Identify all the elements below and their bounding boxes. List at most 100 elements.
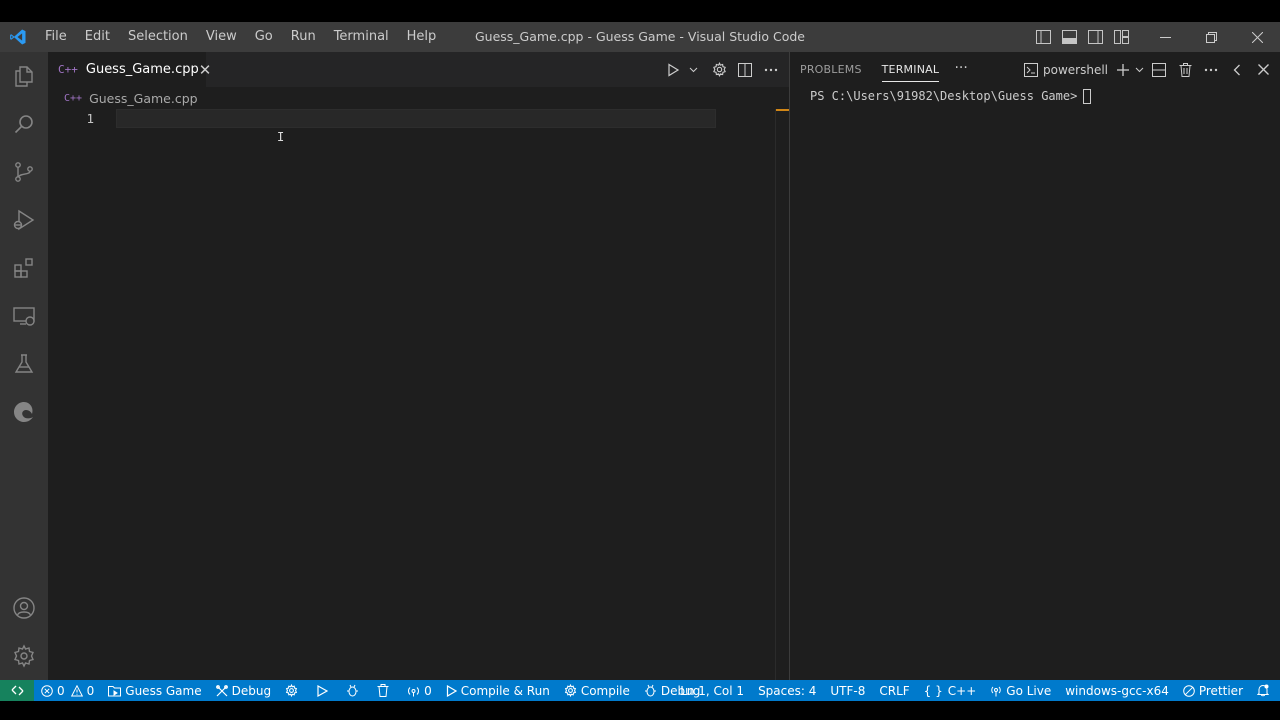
menu-bar: File Edit Selection View Go Run Terminal…: [36, 22, 445, 52]
terminal-panel: PROBLEMS TERMINAL ··· powershell PS C:\U…: [789, 52, 1280, 680]
error-count: 0: [57, 683, 65, 698]
minimize-icon[interactable]: [1142, 22, 1188, 52]
status-run-icon[interactable]: [309, 680, 339, 701]
debug-label: Debug: [231, 683, 272, 698]
tab-terminal[interactable]: TERMINAL: [872, 52, 950, 87]
braces-icon: { }: [923, 683, 943, 698]
menu-terminal[interactable]: Terminal: [325, 22, 398, 52]
terminal-prompt: PS C:\Users\91982\Desktop\Guess Game>: [810, 89, 1078, 103]
end-of-line[interactable]: CRLF: [872, 680, 916, 701]
go-live-label: Go Live: [1006, 683, 1052, 698]
toggle-primary-sidebar-icon[interactable]: [1030, 22, 1056, 52]
more-actions-icon[interactable]: [759, 58, 783, 82]
letterbox-top: [0, 0, 1280, 22]
activity-bar-bottom: [0, 584, 48, 680]
prettier-status[interactable]: Prettier: [1176, 680, 1250, 701]
tab-guess-game-cpp[interactable]: C++ Guess_Game.cpp ✕: [48, 52, 211, 87]
remote-explorer-icon[interactable]: [0, 292, 48, 340]
compile-button[interactable]: Compile: [557, 680, 637, 701]
extensions-icon[interactable]: [0, 244, 48, 292]
menu-selection[interactable]: Selection: [119, 22, 197, 52]
title-controls: [1030, 22, 1280, 52]
menu-run[interactable]: Run: [282, 22, 325, 52]
customize-layout-icon[interactable]: [1108, 22, 1134, 52]
terminal-cursor: [1083, 88, 1092, 104]
ports-count: 0: [424, 683, 432, 698]
remote-indicator-icon[interactable]: [0, 680, 34, 701]
build-debug-status[interactable]: Debug: [209, 680, 278, 701]
settings-gear-icon[interactable]: [707, 58, 731, 82]
compile-run-label: Compile & Run: [460, 683, 550, 698]
source-control-icon[interactable]: [0, 148, 48, 196]
kill-terminal-trash-icon[interactable]: [1174, 58, 1196, 82]
compile-label: Compile: [580, 683, 630, 698]
language-label: C++: [947, 683, 977, 698]
toggle-secondary-sidebar-icon[interactable]: [1082, 22, 1108, 52]
go-live-button[interactable]: Go Live: [983, 680, 1058, 701]
run-dropdown-chevron-icon[interactable]: [687, 58, 699, 82]
compile-and-run-button[interactable]: Compile & Run: [439, 680, 557, 701]
cursor-position[interactable]: Ln 1, Col 1: [673, 680, 751, 701]
panel-more-actions-icon[interactable]: [1200, 58, 1222, 82]
tab-problems[interactable]: PROBLEMS: [790, 52, 872, 87]
language-mode[interactable]: { } C++: [917, 680, 984, 701]
menu-edit[interactable]: Edit: [76, 22, 119, 52]
split-editor-icon[interactable]: [733, 58, 757, 82]
panel-actions: powershell: [1020, 52, 1274, 87]
restore-icon[interactable]: [1188, 22, 1234, 52]
testing-icon[interactable]: [0, 340, 48, 388]
title-bar: File Edit Selection View Go Run Terminal…: [0, 22, 1280, 52]
accounts-icon[interactable]: [0, 584, 48, 632]
vscode-logo-icon: [0, 22, 36, 52]
editor-scrollbar[interactable]: [775, 109, 789, 680]
menu-view[interactable]: View: [197, 22, 246, 52]
problems-status[interactable]: 0 0: [34, 680, 101, 701]
panel-more-icon[interactable]: ···: [949, 52, 973, 87]
toggle-panel-icon[interactable]: [1056, 22, 1082, 52]
cpp-configuration[interactable]: windows-gcc-x64: [1058, 680, 1176, 701]
shell-name: powershell: [1043, 62, 1108, 77]
menu-file[interactable]: File: [36, 22, 76, 52]
status-bug-icon[interactable]: [339, 680, 370, 701]
menu-help[interactable]: Help: [398, 22, 446, 52]
explorer-icon[interactable]: [0, 52, 48, 100]
code-line[interactable]: 1: [48, 109, 789, 128]
warning-count: 0: [86, 683, 95, 698]
status-bar-right: Ln 1, Col 1 Spaces: 4 UTF-8 CRLF { } C++…: [673, 680, 1280, 701]
notifications-bell-icon[interactable]: [1250, 680, 1280, 701]
search-icon[interactable]: [0, 100, 48, 148]
tab-close-icon[interactable]: ✕: [199, 61, 212, 79]
cpp-file-icon: C++: [64, 92, 83, 104]
prettier-label: Prettier: [1198, 683, 1243, 698]
split-terminal-icon[interactable]: [1148, 58, 1170, 82]
run-file-icon[interactable]: [661, 58, 685, 82]
activity-bar: [0, 52, 48, 680]
close-window-icon[interactable]: [1234, 22, 1280, 52]
terminal-output[interactable]: PS C:\Users\91982\Desktop\Guess Game>: [790, 87, 1280, 105]
status-bar: 0 0 Guess Game Debug 0 Compile & Run Com…: [0, 680, 1280, 701]
letterbox-bottom: [0, 701, 1280, 720]
terminal-dropdown-chevron-icon[interactable]: [1134, 58, 1144, 82]
edge-icon[interactable]: [0, 388, 48, 436]
editor-area: C++ Guess_Game.cpp ✕ C++ Guess_Game.cpp: [48, 52, 789, 680]
cmake-folder-status[interactable]: Guess Game: [101, 680, 208, 701]
manage-gear-icon[interactable]: [0, 632, 48, 680]
status-gear-icon[interactable]: [278, 680, 309, 701]
editor-actions: [659, 52, 783, 87]
chevron-left-icon[interactable]: [1226, 58, 1248, 82]
terminal-shell-selector[interactable]: powershell: [1024, 58, 1108, 82]
breadcrumb-file[interactable]: Guess_Game.cpp: [89, 91, 198, 106]
encoding[interactable]: UTF-8: [823, 680, 872, 701]
run-debug-icon[interactable]: [0, 196, 48, 244]
ports-status[interactable]: 0: [400, 680, 439, 701]
line-number: 1: [86, 111, 94, 126]
text-cursor-icon: I: [277, 130, 285, 144]
panel-header: PROBLEMS TERMINAL ··· powershell: [790, 52, 1280, 87]
close-panel-icon[interactable]: [1252, 58, 1274, 82]
tab-label: Guess_Game.cpp: [85, 62, 199, 77]
new-terminal-icon[interactable]: [1112, 58, 1134, 82]
status-trash-icon[interactable]: [370, 680, 400, 701]
menu-go[interactable]: Go: [246, 22, 282, 52]
indentation[interactable]: Spaces: 4: [751, 680, 823, 701]
breadcrumb[interactable]: C++ Guess_Game.cpp: [48, 87, 789, 109]
